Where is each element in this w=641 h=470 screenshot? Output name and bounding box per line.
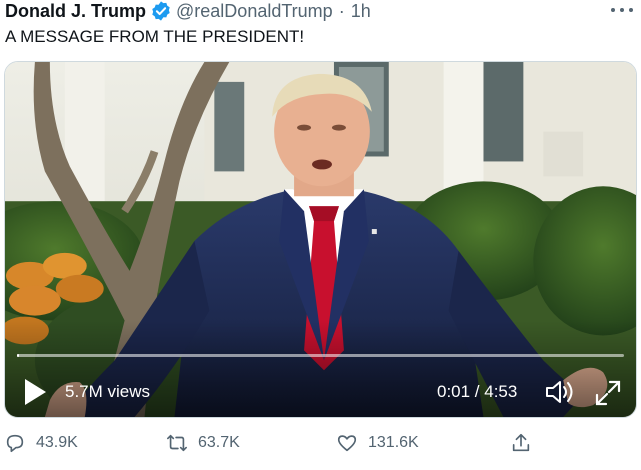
tweet-text: A MESSAGE FROM THE PRESIDENT! [5, 27, 305, 46]
verified-badge-icon [150, 0, 172, 22]
video-frame [5, 62, 636, 417]
video-player[interactable]: 5.7M views 0:01 / 4:53 [4, 61, 637, 418]
video-timecode: 0:01 / 4:53 [437, 382, 518, 401]
video-progress-fill [17, 354, 20, 357]
retweet-count: 63.7K [198, 434, 240, 451]
tweet-actions: 43.9K 63.7K 131.6K [0, 428, 641, 458]
author-name[interactable]: Donald J. Trump [5, 1, 146, 22]
retweet-button[interactable]: 63.7K [166, 428, 240, 458]
like-icon [337, 435, 357, 452]
tweet-card[interactable]: Donald J. Trump @realDonaldTrump · 1h A … [0, 0, 641, 470]
tweet-timestamp[interactable]: 1h [351, 1, 371, 22]
play-icon[interactable] [23, 378, 47, 406]
like-button[interactable]: 131.6K [336, 428, 419, 458]
more-options-icon[interactable] [611, 2, 633, 18]
share-icon [512, 433, 530, 452]
video-view-count: 5.7M views [65, 382, 151, 401]
header-separator: · [338, 0, 345, 21]
like-count: 131.6K [368, 434, 419, 451]
volume-icon[interactable] [545, 378, 575, 406]
fullscreen-icon[interactable] [595, 380, 621, 406]
reply-count: 43.9K [36, 434, 78, 451]
video-progress-bar[interactable] [17, 354, 624, 357]
author-handle[interactable]: @realDonaldTrump [176, 1, 333, 22]
share-button[interactable] [510, 428, 532, 458]
tweet-header: Donald J. Trump @realDonaldTrump · 1h [5, 0, 371, 22]
reply-button[interactable]: 43.9K [4, 428, 78, 458]
reply-icon [6, 434, 24, 453]
retweet-icon [167, 434, 187, 452]
